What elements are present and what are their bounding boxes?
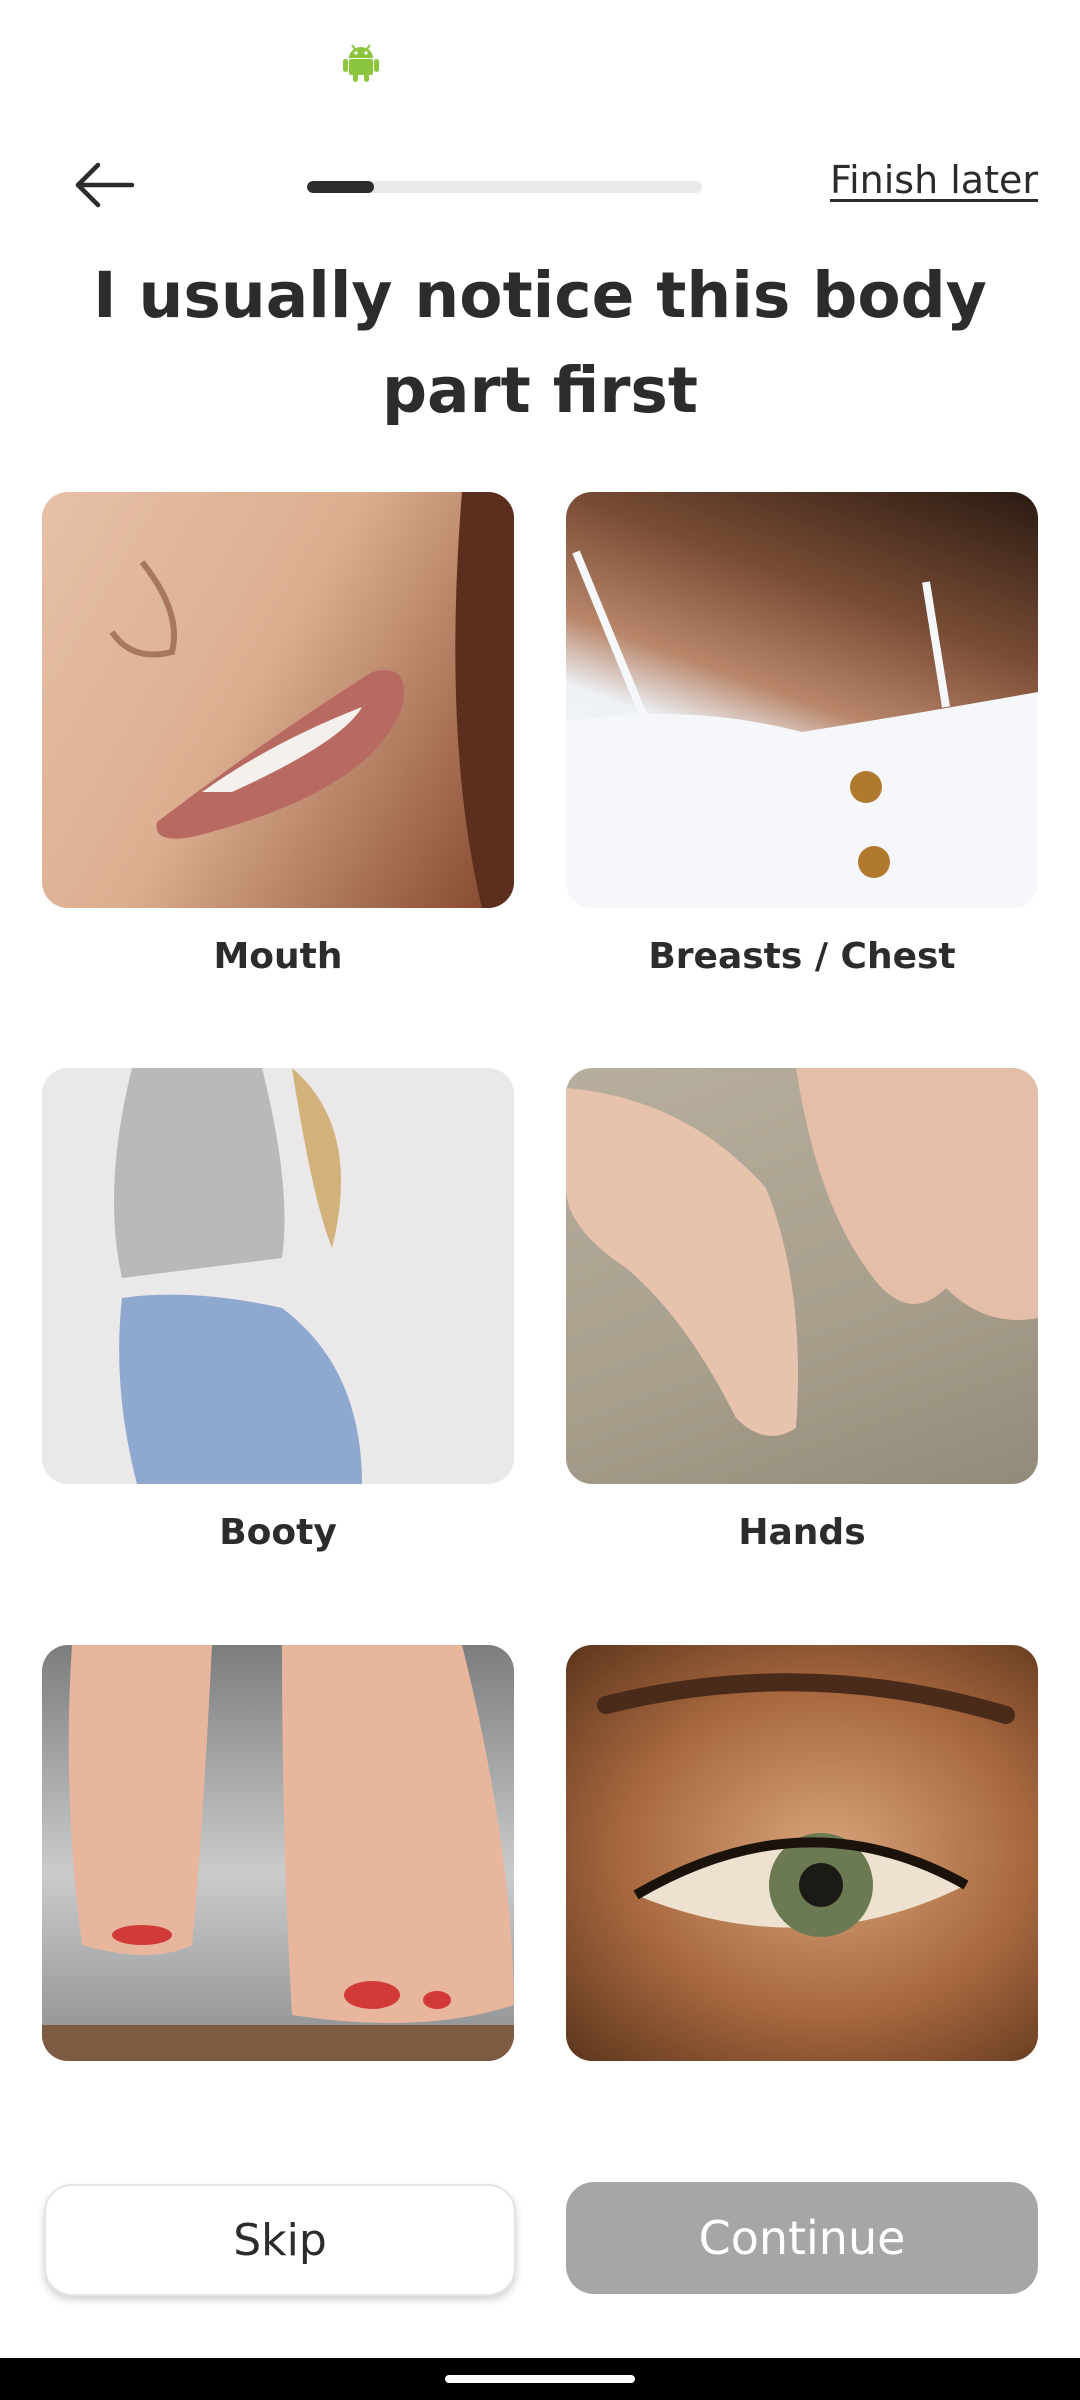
- option-card-mouth[interactable]: Mouth: [42, 492, 514, 977]
- mouth-image: [42, 492, 514, 908]
- option-card-hands[interactable]: Hands: [566, 1068, 1038, 1553]
- eye-image: [566, 1645, 1038, 2061]
- android-icon: [343, 44, 379, 82]
- chest-illustration: [566, 550, 1038, 908]
- option-label: Booty: [219, 1512, 337, 1553]
- skip-button[interactable]: Skip: [44, 2184, 516, 2296]
- option-card-feet[interactable]: [42, 1645, 514, 2089]
- booty-image: [42, 1068, 514, 1484]
- hands-image: [566, 1068, 1038, 1484]
- mouth-illustration: [109, 492, 514, 908]
- home-indicator[interactable]: [445, 2375, 635, 2383]
- booty-illustration: [114, 1068, 362, 1484]
- chest-image: [566, 492, 1038, 908]
- progress-fill: [307, 181, 375, 193]
- option-label: Breasts / Chest: [648, 936, 956, 977]
- finish-later-link[interactable]: Finish later: [830, 158, 1038, 202]
- navigation-bar: [0, 2358, 1080, 2400]
- back-button[interactable]: [70, 155, 140, 215]
- option-label: Hands: [738, 1512, 866, 1553]
- option-card-breasts-chest[interactable]: Breasts / Chest: [566, 492, 1038, 977]
- hands-illustration: [566, 1068, 1038, 1436]
- onboarding-screen: Finish later I usually notice this body …: [0, 0, 1080, 2400]
- option-label: Mouth: [213, 936, 343, 977]
- eye-illustration: [597, 1673, 1015, 1937]
- arrow-left-icon: [75, 162, 135, 208]
- progress-bar: [307, 181, 702, 193]
- page-title: I usually notice this body part first: [93, 259, 987, 427]
- option-card-eyes[interactable]: [566, 1645, 1038, 2089]
- continue-button[interactable]: Continue: [566, 2182, 1038, 2294]
- status-bar: [0, 0, 1080, 120]
- option-card-booty[interactable]: Booty: [42, 1068, 514, 1553]
- feet-illustration: [42, 1645, 514, 2061]
- feet-image: [42, 1645, 514, 2061]
